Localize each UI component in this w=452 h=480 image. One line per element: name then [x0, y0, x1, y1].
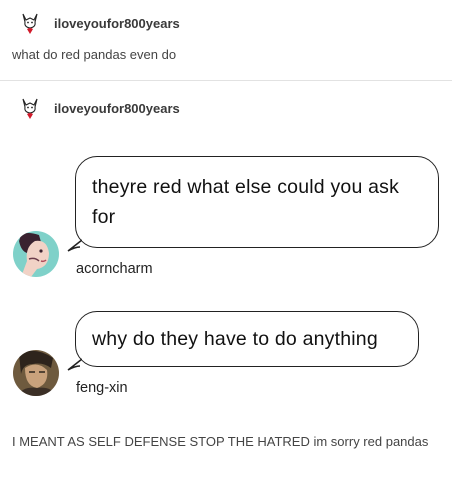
- chat-author-name[interactable]: acorncharm: [76, 261, 153, 277]
- bubble-tail: [67, 358, 82, 371]
- post-caption: I MEANT AS SELF DEFENSE STOP THE HATRED …: [12, 434, 429, 449]
- chat-bubble: why do they have to do anything: [75, 311, 419, 367]
- user-avatar-icon[interactable]: [18, 96, 42, 120]
- chat-bubble: theyre red what else could you ask for: [75, 156, 439, 248]
- chat-message-text: theyre red what else could you ask for: [92, 176, 400, 228]
- chat-avatar-feng-xin[interactable]: [13, 350, 59, 396]
- post-divider: [0, 80, 452, 81]
- avatar-portrait-icon: [13, 231, 59, 277]
- chat-avatar-acorncharm[interactable]: [13, 231, 59, 277]
- post-header-2: iloveyoufor800years: [18, 96, 180, 120]
- post-text: what do red pandas even do: [12, 47, 177, 62]
- username[interactable]: iloveyoufor800years: [54, 16, 180, 31]
- post-header-1: iloveyoufor800years: [18, 11, 180, 35]
- bubble-tail: [67, 239, 82, 252]
- chat-author-name[interactable]: feng-xin: [76, 380, 128, 396]
- user-avatar-icon[interactable]: [18, 11, 42, 35]
- chat-message-text: why do they have to do anything: [92, 328, 378, 350]
- avatar-portrait-icon: [13, 350, 59, 396]
- username[interactable]: iloveyoufor800years: [54, 101, 180, 116]
